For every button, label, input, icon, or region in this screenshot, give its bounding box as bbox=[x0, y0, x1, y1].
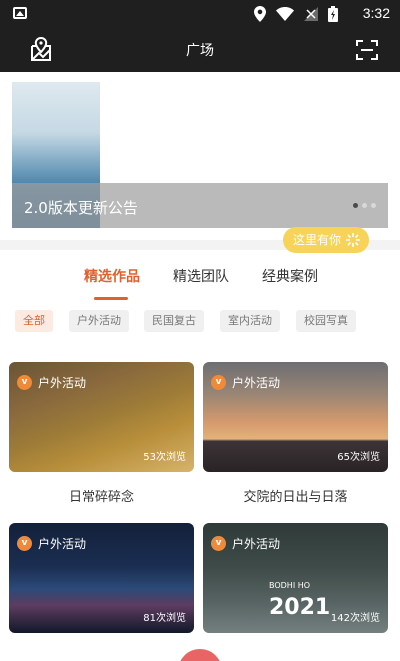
card-tag-label: 户外活动 bbox=[38, 537, 87, 551]
card-tag: v 户外活动 bbox=[211, 374, 280, 391]
location-icon bbox=[254, 6, 266, 22]
tag-badge-icon: v bbox=[17, 536, 32, 551]
wifi-icon bbox=[276, 7, 294, 21]
announcement-banner[interactable]: 2.0版本更新公告 bbox=[12, 82, 388, 228]
tab-featured-teams[interactable]: 精选团队 bbox=[173, 266, 229, 286]
card-views: 65次浏览 bbox=[337, 452, 380, 463]
banner-dot bbox=[371, 203, 376, 208]
chip-all[interactable]: 全部 bbox=[15, 310, 53, 332]
card-views: 53次浏览 bbox=[143, 452, 186, 463]
card-thumbnail: v 户外活动 BODHI HO 2021 142次浏览 bbox=[203, 523, 388, 633]
tab-featured-works[interactable]: 精选作品 bbox=[84, 266, 140, 286]
create-button[interactable] bbox=[178, 649, 222, 661]
card-thumbnail: v 户外活动 81次浏览 bbox=[9, 523, 194, 633]
photo-overlay-sub: BODHI HO bbox=[269, 581, 311, 590]
battery-icon bbox=[328, 6, 338, 22]
card-tag: v 户外活动 bbox=[17, 535, 86, 552]
tag-badge-icon: v bbox=[211, 375, 226, 390]
banner-dot bbox=[353, 203, 358, 208]
card-tag: v 户外活动 bbox=[17, 374, 86, 391]
active-tab-indicator bbox=[94, 297, 128, 300]
chip-retro[interactable]: 民国复古 bbox=[144, 310, 204, 332]
card-title: 日常碎碎念 bbox=[68, 490, 134, 505]
category-tabs: 精选作品 精选团队 经典案例 bbox=[0, 266, 400, 300]
tag-badge-icon: v bbox=[17, 375, 32, 390]
sparkle-icon bbox=[346, 233, 360, 247]
card-tag-label: 户外活动 bbox=[232, 537, 281, 551]
card-tag-label: 户外活动 bbox=[232, 376, 281, 390]
photo-overlay-year: 2021 bbox=[269, 595, 331, 620]
banner-pagination bbox=[353, 203, 376, 208]
card-title: 交院的日出与日落 bbox=[243, 490, 348, 505]
status-bar: 3:32 bbox=[0, 0, 400, 28]
signal-icon bbox=[304, 7, 318, 21]
chip-campus[interactable]: 校园写真 bbox=[296, 310, 356, 332]
app-bar: 广场 bbox=[0, 28, 400, 72]
chip-outdoor[interactable]: 户外活动 bbox=[69, 310, 129, 332]
banner-dot bbox=[362, 203, 367, 208]
card-tag: v 户外活动 bbox=[211, 535, 280, 552]
scan-icon[interactable] bbox=[356, 39, 378, 61]
page-title: 广场 bbox=[186, 42, 214, 58]
banner-caption: 2.0版本更新公告 bbox=[24, 199, 138, 217]
image-notification-icon bbox=[13, 7, 27, 19]
card-thumbnail: v 户外活动 65次浏览 bbox=[203, 362, 388, 472]
status-icons bbox=[254, 6, 338, 22]
card-views: 81次浏览 bbox=[143, 613, 186, 624]
tag-badge-icon: v bbox=[211, 536, 226, 551]
tip-label: 这里有你 bbox=[293, 233, 342, 247]
banner-caption-bar: 2.0版本更新公告 bbox=[12, 183, 388, 228]
filter-chips: 全部 户外活动 民国复古 室内活动 校园写真 bbox=[15, 310, 395, 332]
chip-indoor[interactable]: 室内活动 bbox=[220, 310, 280, 332]
tab-classic-cases[interactable]: 经典案例 bbox=[262, 266, 318, 286]
card-views: 142次浏览 bbox=[330, 613, 380, 624]
card-thumbnail: v 户外活动 53次浏览 bbox=[9, 362, 194, 472]
clock: 3:32 bbox=[362, 5, 390, 21]
card-tag-label: 户外活动 bbox=[38, 376, 87, 390]
tip-bubble[interactable]: 这里有你 bbox=[283, 227, 369, 253]
